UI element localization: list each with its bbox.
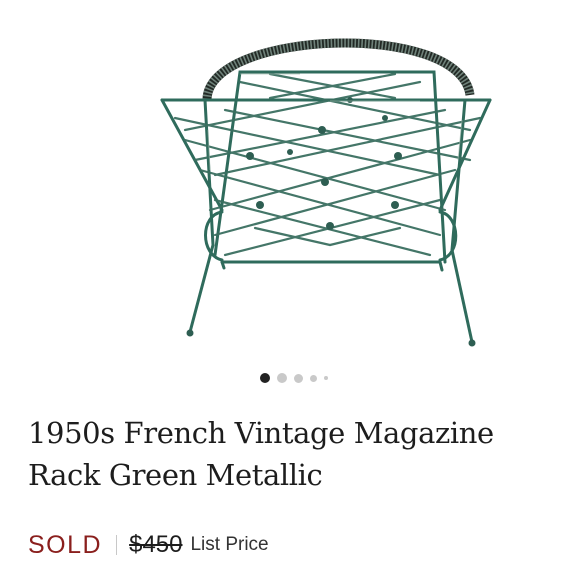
carousel-dot-4[interactable]	[310, 374, 317, 382]
product-image[interactable]	[0, 0, 580, 365]
carousel-dot-5[interactable]	[324, 376, 328, 380]
carousel-dot-1[interactable]	[260, 373, 270, 383]
product-listing-page: 1950s French Vintage Magazine Rack Green…	[0, 0, 580, 580]
magazine-rack-illustration	[160, 38, 492, 347]
product-title: 1950s French Vintage Magazine Rack Green…	[28, 416, 494, 492]
list-price-label: List Price	[190, 534, 269, 555]
carousel-dot-3[interactable]	[294, 373, 303, 383]
image-carousel-dots	[0, 372, 580, 384]
price-divider	[116, 535, 118, 555]
original-price: $450	[129, 531, 183, 558]
sold-status-label: SOLD	[28, 530, 103, 559]
price-row: SOLD $450 List Price	[28, 528, 269, 562]
carousel-dot-2[interactable]	[277, 373, 287, 383]
